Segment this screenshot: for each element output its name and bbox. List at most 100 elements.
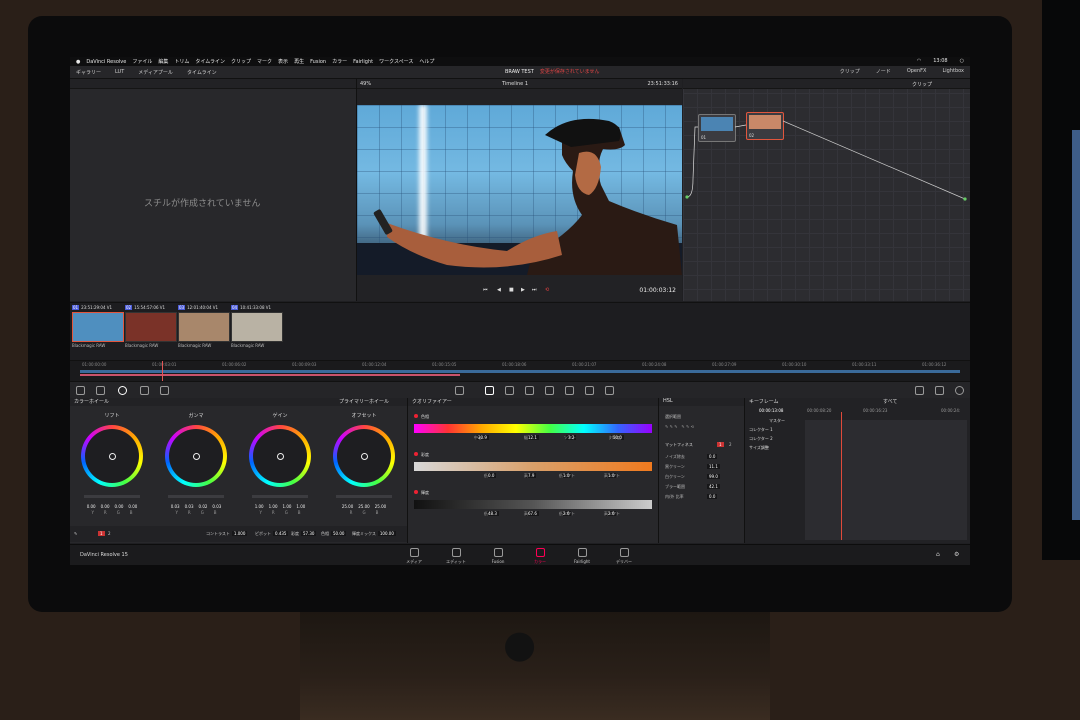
fusion-page-button[interactable]: Fusion	[479, 548, 517, 564]
menu-color[interactable]: カラー	[332, 58, 347, 65]
node-02[interactable]: 02	[746, 112, 784, 140]
mini-timeline[interactable]: 01:00:00:00 01:00:03:01 01:00:06:02 01:0…	[70, 360, 970, 381]
master-slider[interactable]	[168, 495, 224, 498]
wheel-puck[interactable]	[361, 453, 368, 460]
menu-file[interactable]: ファイル	[132, 58, 152, 65]
picker-icon[interactable]: ✎	[74, 531, 77, 536]
menu-workspace[interactable]: ワークスペース	[379, 58, 413, 65]
wheel-value[interactable]: 1.00	[283, 504, 292, 509]
matte-page-2[interactable]: 2	[729, 442, 732, 447]
nodes-button[interactable]: ノード	[876, 68, 891, 75]
wheel-puck[interactable]	[109, 453, 116, 460]
first-frame-icon[interactable]: ⏮	[483, 287, 488, 293]
wheel-value[interactable]: 0.03	[212, 504, 221, 509]
wheel-puck[interactable]	[193, 453, 200, 460]
wheel-puck[interactable]	[277, 453, 284, 460]
hue-field[interactable]: 50.00	[331, 531, 347, 536]
window-icon[interactable]	[505, 386, 514, 395]
openfx-button[interactable]: OpenFX	[907, 68, 927, 75]
color-match-icon[interactable]	[96, 386, 105, 395]
keyframe-track-label[interactable]: コレクター 2	[749, 436, 773, 442]
play-reverse-icon[interactable]: ◀	[497, 287, 501, 293]
clips-button[interactable]: クリップ	[840, 68, 860, 75]
menu-trim[interactable]: トリム	[174, 58, 189, 65]
keyframe-playhead[interactable]	[841, 412, 842, 540]
wheels-mode-dropdown[interactable]: プライマリーホイール	[339, 398, 389, 405]
home-icon[interactable]: ⌂	[936, 551, 940, 558]
menu-edit[interactable]: 編集	[158, 58, 168, 65]
timeline-dropdown[interactable]: Timeline 1	[502, 81, 528, 87]
node-01[interactable]: 01	[698, 114, 736, 142]
loop-icon[interactable]: ⟲	[545, 287, 549, 293]
media-page-button[interactable]: メディア	[395, 548, 433, 565]
rgb-mixer-icon[interactable]	[140, 386, 149, 395]
lift-wheel[interactable]: リフト 0.00 0.00 0.00 0.00 Y R G B	[70, 412, 154, 515]
clip-04[interactable]: 04 10:41:33:08 V1 Blackmagic RAW	[231, 305, 283, 348]
gear-icon[interactable]: ⚙	[954, 551, 959, 558]
wheel-value[interactable]: 0.00	[115, 504, 124, 509]
info-icon[interactable]	[935, 386, 944, 395]
clip-dropdown[interactable]: クリップ	[912, 81, 932, 88]
picker-tools[interactable]: ✎ ✎ ✎ ✎ ✎ ⟲	[665, 424, 694, 429]
wheel-value[interactable]: 0.02	[199, 504, 208, 509]
matte-field[interactable]: 0.0	[707, 454, 718, 459]
blur-icon[interactable]	[565, 386, 574, 395]
pivot-field[interactable]: 0.435	[273, 531, 289, 536]
menu-timeline[interactable]: タイムライン	[195, 58, 225, 65]
motion-effects-icon[interactable]	[160, 386, 169, 395]
master-slider[interactable]	[252, 495, 308, 498]
camera-raw-icon[interactable]	[76, 386, 85, 395]
play-icon[interactable]: ▶	[521, 287, 525, 293]
menu-view[interactable]: 表示	[278, 58, 288, 65]
wheel-value[interactable]: 25.00	[375, 504, 386, 509]
last-frame-icon[interactable]: ⏭	[532, 287, 537, 293]
page-2-button[interactable]: 2	[108, 531, 111, 536]
wheel-value[interactable]: 25.00	[342, 504, 353, 509]
matte-field[interactable]: 11.1	[707, 464, 720, 469]
magic-mask-icon[interactable]	[545, 386, 554, 395]
timeline-button[interactable]: タイムライン	[187, 69, 217, 76]
lightbox-button[interactable]: Lightbox	[942, 68, 964, 75]
matte-field[interactable]: 0.0	[707, 494, 718, 499]
zoom-dropdown[interactable]: 49%	[360, 81, 371, 87]
matte-field[interactable]: 99.0	[707, 474, 720, 479]
wheel-value[interactable]: 1.00	[296, 504, 305, 509]
color-page-button[interactable]: カラー	[521, 548, 559, 565]
qualifier-mode-dropdown[interactable]: HSL	[663, 398, 673, 404]
menu-playback[interactable]: 再生	[294, 58, 304, 65]
clip-01[interactable]: 01 23:51:29:04 V1 Blackmagic RAW	[72, 305, 124, 348]
sat-slider[interactable]	[414, 462, 652, 471]
video-frame[interactable]	[357, 105, 682, 275]
menu-fairlight[interactable]: Fairlight	[353, 59, 373, 65]
edit-page-button[interactable]: エディット	[437, 548, 475, 565]
keyframe-track-label[interactable]: サイズ調整	[749, 445, 769, 451]
qualifier-icon[interactable]	[485, 386, 494, 395]
clock[interactable]: 13:08	[933, 58, 947, 64]
playhead[interactable]	[162, 361, 163, 381]
scopes-icon[interactable]	[915, 386, 924, 395]
contrast-field[interactable]: 1.000	[231, 531, 248, 536]
wheel-value[interactable]: 0.00	[87, 504, 96, 509]
menu-help[interactable]: ヘルプ	[419, 58, 434, 65]
master-slider[interactable]	[84, 495, 140, 498]
wheel-value[interactable]: 0.00	[128, 504, 137, 509]
media-pool-button[interactable]: メディアプール	[138, 69, 173, 76]
lum-mix-field[interactable]: 100.00	[377, 531, 396, 536]
wheel-value[interactable]: 0.03	[171, 504, 180, 509]
wheel-value[interactable]: 0.03	[185, 504, 194, 509]
curves-icon[interactable]	[455, 386, 464, 395]
deliver-page-button[interactable]: デリバー	[605, 548, 643, 565]
clip-02[interactable]: 02 15:54:57:06 V1 Blackmagic RAW	[125, 305, 177, 348]
menu-clip[interactable]: クリップ	[231, 58, 251, 65]
fairlight-page-button[interactable]: Fairlight	[563, 548, 601, 564]
page-1-button[interactable]: 1	[98, 531, 105, 536]
spotlight-icon[interactable]: ○	[960, 58, 964, 64]
gallery-button[interactable]: ギャラリー	[76, 69, 101, 76]
clip-03[interactable]: 03 12:01:40:04 V1 Blackmagic RAW	[178, 305, 230, 348]
wheel-value[interactable]: 1.00	[255, 504, 264, 509]
menu-fusion[interactable]: Fusion	[310, 59, 326, 65]
wheel-value[interactable]: 25.00	[358, 504, 369, 509]
wheel-value[interactable]: 1.00	[269, 504, 278, 509]
keyframe-track-label[interactable]: コレクター 1	[749, 427, 773, 433]
keyframe-tracks[interactable]	[805, 420, 967, 540]
